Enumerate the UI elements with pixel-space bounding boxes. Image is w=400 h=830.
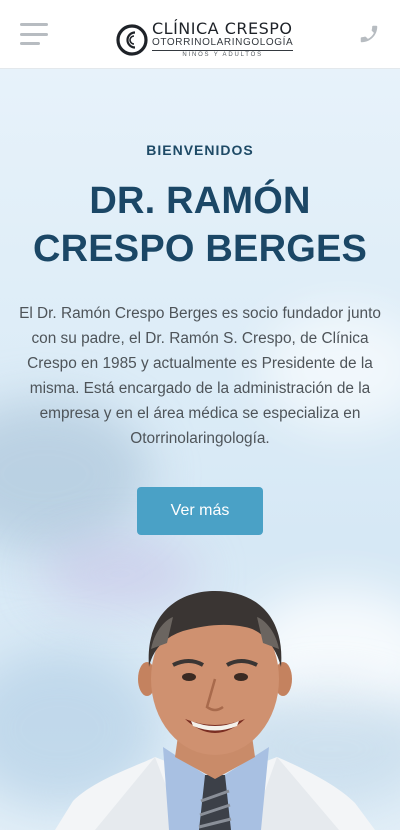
phone-icon[interactable] [358,23,380,45]
title-line-2: CRESPO BERGES [32,228,368,270]
ver-mas-button[interactable]: Ver más [137,487,263,535]
hero-section: BIENVENIDOS DR. RAMÓN CRESPO BERGES El D… [0,69,400,830]
doctor-name-heading: DR. RAMÓN CRESPO BERGES [0,177,400,273]
doctor-portrait [55,591,375,830]
logo-clinic-name: CLÍNICA CRESPO [152,19,293,38]
doctor-bio: El Dr. Ramón Crespo Berges es socio fund… [19,305,381,447]
clinic-logo[interactable]: CLÍNICA CRESPO OTORRINOLARINGOLOGÍA NIÑO… [115,19,294,60]
site-header: CLÍNICA CRESPO OTORRINOLARINGOLOGÍA NIÑO… [0,0,400,69]
logo-subtitle: NIÑOS Y ADULTOS [182,52,263,58]
title-line-1: DR. RAMÓN [89,180,311,222]
hero-eyebrow: BIENVENIDOS [146,142,254,158]
logo-mark-icon [116,24,148,56]
hamburger-menu-icon[interactable] [20,23,48,45]
logo-specialty: OTORRINOLARINGOLOGÍA [152,37,294,51]
